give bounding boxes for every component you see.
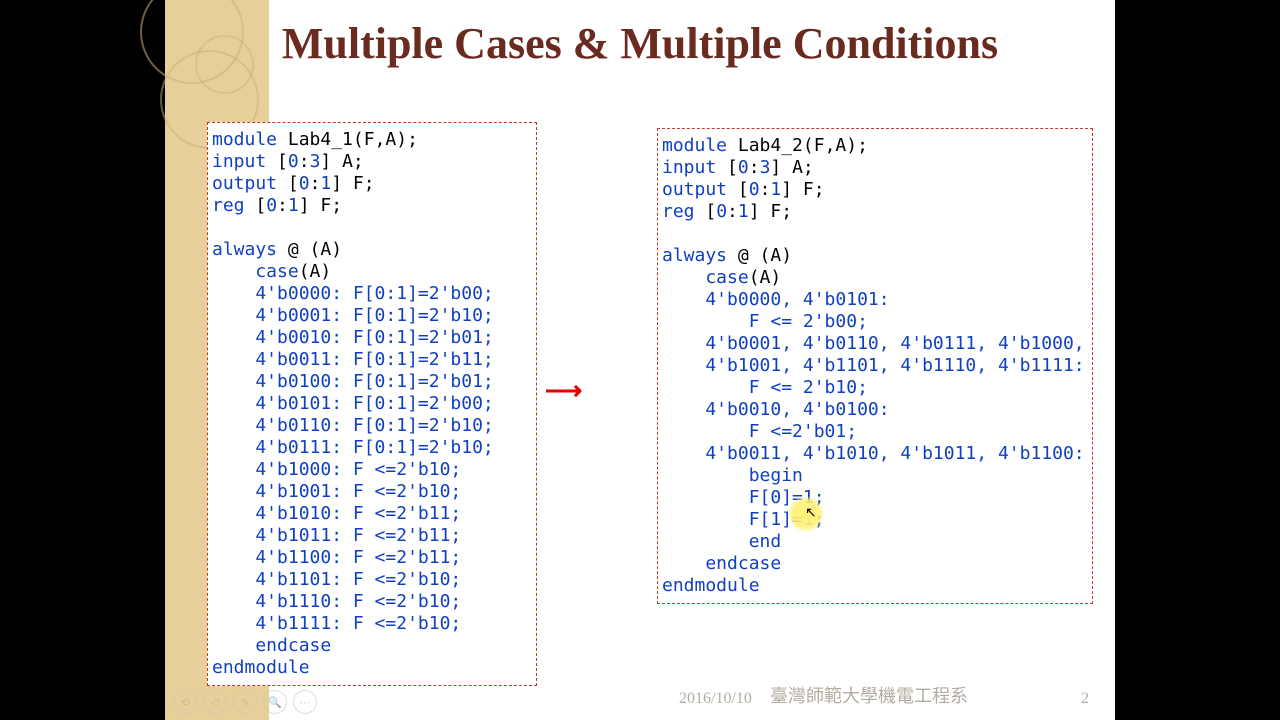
case-line: 4'b1010: F <=2'b11;: [212, 503, 461, 524]
case-line: 4'b0011: F[0:1]=2'b11;: [212, 349, 494, 370]
slide: Multiple Cases & Multiple Conditions mod…: [165, 0, 1115, 720]
nav-more-icon[interactable]: ⋯: [293, 690, 317, 714]
case-line: 4'b0100: F[0:1]=2'b01;: [212, 371, 494, 392]
nav-prev-icon[interactable]: ◁: [203, 690, 227, 714]
case-line: 4'b1011: F <=2'b11;: [212, 525, 461, 546]
footer-org: 臺灣師範大學機電工程系: [770, 682, 968, 708]
code-box-left: module Lab4_1(F,A); input [0:3] A; outpu…: [207, 122, 537, 686]
case-line: 4'b1111: F <=2'b10;: [212, 613, 461, 634]
footer-date: 2016/10/10: [679, 690, 752, 708]
case-line: 4'b0101: F[0:1]=2'b00;: [212, 393, 494, 414]
case-line: 4'b1000: F <=2'b10;: [212, 459, 461, 480]
arrow-icon: ⟶: [545, 376, 582, 406]
case-line: 4'b0111: F[0:1]=2'b10;: [212, 437, 494, 458]
nav-refresh-icon[interactable]: ⟲: [173, 690, 197, 714]
case-line: 4'b1100: F <=2'b11;: [212, 547, 461, 568]
nav-controls: ⟲ ◁ ✎ 🔍 ⋯: [173, 690, 317, 714]
code-box-right: module Lab4_2(F,A); input [0:3] A; outpu…: [657, 128, 1093, 604]
case-line: 4'b1101: F <=2'b10;: [212, 569, 461, 590]
case-line: 4'b0001: F[0:1]=2'b10;: [212, 305, 494, 326]
page-title: Multiple Cases & Multiple Conditions: [165, 18, 1115, 69]
nav-zoom-icon[interactable]: 🔍: [263, 690, 287, 714]
case-line: 4'b1110: F <=2'b10;: [212, 591, 461, 612]
case-line: 4'b0110: F[0:1]=2'b10;: [212, 415, 494, 436]
case-line: 4'b1001: F <=2'b10;: [212, 481, 461, 502]
nav-pen-icon[interactable]: ✎: [233, 690, 257, 714]
cursor-icon: ↖: [805, 505, 817, 522]
footer-page: 2: [1081, 690, 1089, 708]
case-line: 4'b0010: F[0:1]=2'b01;: [212, 327, 494, 348]
case-line: 4'b0000: F[0:1]=2'b00;: [212, 283, 494, 304]
